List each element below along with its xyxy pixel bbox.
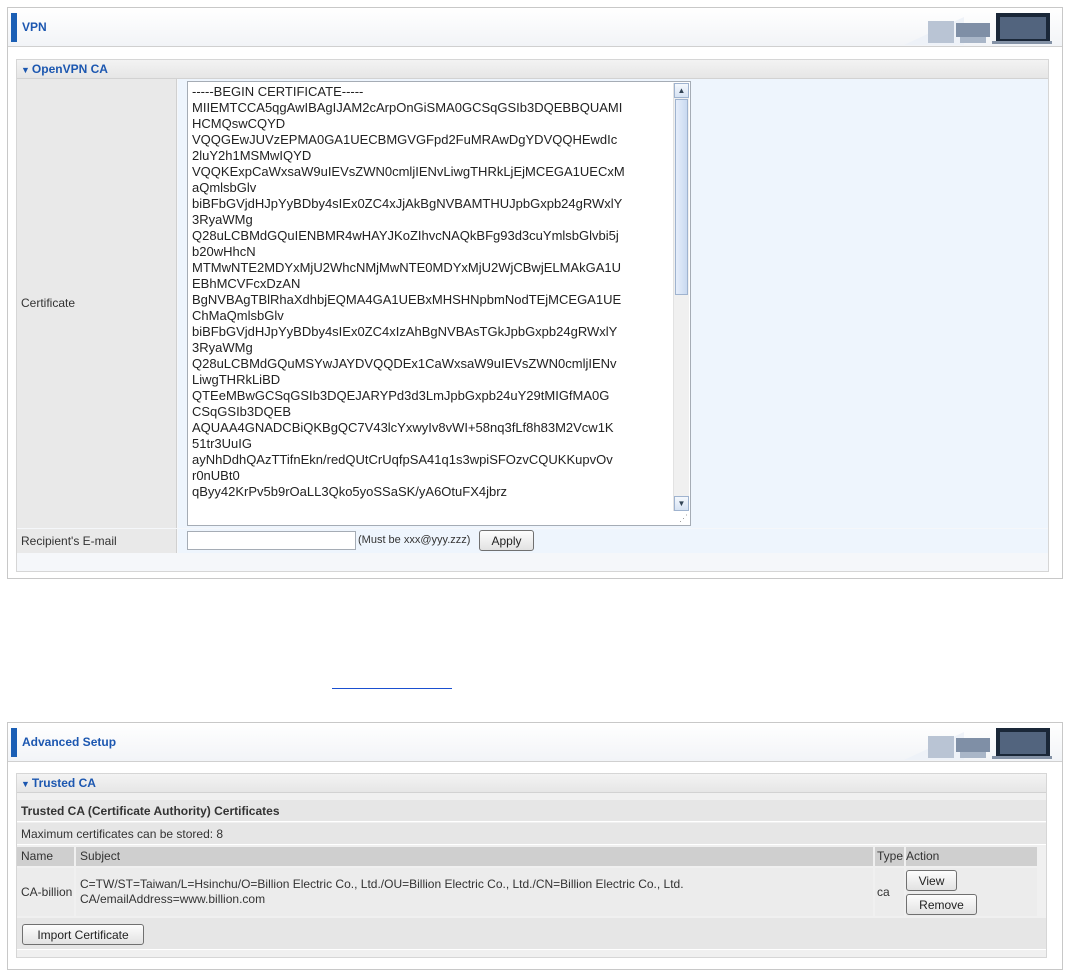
- certificate-textarea[interactable]: -----BEGIN CERTIFICATE----- MIIEMTCCA5qgA…: [187, 81, 691, 526]
- ca-action-cell: View Remove: [906, 868, 1037, 916]
- trusted-ca-heading: Trusted CA (Certificate Authority) Certi…: [17, 800, 1046, 822]
- certificate-line: AQUAA4GNADCBiQKBgQC7V43lcYxwyIv8vWI+58nq…: [192, 420, 614, 435]
- apply-button[interactable]: Apply: [479, 530, 534, 551]
- certificate-line: Q28uLCBMdGQuMSYwJAYDVQQDEx1CaWxsaW9uIEVs…: [192, 356, 617, 371]
- certificate-line: EBhMCVFcxDzAN: [192, 276, 301, 291]
- ca-type: ca: [877, 885, 890, 899]
- max-certificates-text: Maximum certificates can be stored: 8: [21, 827, 224, 841]
- table-row: CA-billion C=TW/ST=Taiwan/L=Hsinchu/O=Bi…: [17, 868, 1046, 916]
- advanced-setup-panel: Advanced Setup ▼ Trusted CA Trusted CA (C…: [7, 722, 1063, 970]
- ca-name-cell: CA-billion: [17, 868, 74, 916]
- certificate-line: 3RyaWMg: [192, 340, 253, 355]
- email-hint: (Must be xxx@yyy.zzz): [358, 534, 471, 546]
- certificate-line: 2luY2h1MSMwIQYD: [192, 148, 312, 163]
- ca-name: CA-billion: [21, 885, 73, 899]
- certificate-line: BgNVBAgTBlRhaXdhbjEQMA4GA1UEBxMHSHNpbmNo…: [192, 292, 622, 307]
- header-decoration-icon: [904, 728, 1052, 760]
- trusted-ca-section: ▼ Trusted CA Trusted CA (Certificate Auth…: [16, 773, 1047, 958]
- trusted-ca-heading-text: Trusted CA (Certificate Authority) Certi…: [21, 804, 280, 818]
- certificate-line: 3RyaWMg: [192, 212, 253, 227]
- certificate-line: aQmlsbGlv: [192, 180, 257, 195]
- section-title-label: OpenVPN CA: [31, 62, 108, 76]
- ca-subject-line1: C=TW/ST=Taiwan/L=Hsinchu/O=Billion Elect…: [80, 877, 684, 891]
- certificate-line: MIIEMTCCA5qgAwIBAgIJAM2cArpOnGiSMA0GCSqG…: [192, 100, 623, 115]
- certificate-label: Certificate: [21, 296, 76, 310]
- certificate-line: VQQGEwJUVzEPMA0GA1UECBMGVGFpd2FuMRAwDgYD…: [192, 132, 618, 147]
- certificate-row: Certificate -----BEGIN CERTIFICATE----- M…: [17, 79, 1048, 528]
- header-accent-bar: [11, 13, 17, 42]
- resize-grip-icon[interactable]: ⋰: [679, 513, 688, 524]
- certificate-line: qByy42KrPv5b9rOaLL3Qko5yoSSaSK/yA6OtuFX4…: [192, 484, 508, 499]
- certificate-line: biBFbGVjdHJpYyBDby4sIEx0ZC4xIzAhBgNVBAsT…: [192, 324, 618, 339]
- certificate-line: ayNhDdhQAzTTifnEkn/redQUtCrUqfpSA41q1s3w…: [192, 452, 613, 467]
- certificate-line: biBFbGVjdHJpYyBDby4sIEx0ZC4xJjAkBgNVBAMT…: [192, 196, 623, 211]
- header-accent-bar: [11, 728, 17, 757]
- ca-subject-line2: CA/emailAddress=www.billion.com: [80, 892, 266, 906]
- certificate-line: 51tr3UuIG: [192, 436, 252, 451]
- certificate-line: VQQKExpCaWxsaW9uIEVsZWN0cmljIENvLiwgTHRk…: [192, 164, 625, 179]
- certificate-value-cell: -----BEGIN CERTIFICATE----- MIIEMTCCA5qgA…: [178, 79, 1048, 528]
- certificate-scrollbar[interactable]: ▲ ▼: [673, 83, 689, 511]
- view-button[interactable]: View: [906, 870, 957, 891]
- certificate-label-cell: Certificate: [17, 79, 177, 528]
- page-title: VPN: [22, 20, 47, 34]
- email-label-cell: Recipient's E-mail: [17, 529, 177, 553]
- certificate-line: b20wHhcN: [192, 244, 256, 259]
- trusted-ca-section-title[interactable]: ▼ Trusted CA: [17, 774, 1046, 793]
- import-certificate-button[interactable]: Import Certificate: [22, 924, 144, 945]
- ca-subject-cell: C=TW/ST=Taiwan/L=Hsinchu/O=Billion Elect…: [76, 868, 873, 916]
- scroll-down-icon[interactable]: ▼: [674, 496, 689, 511]
- certificate-line: MTMwNTE2MDYxMjU2WhcNMjMwNTE0MDYxMjU2WjCB…: [192, 260, 622, 275]
- vpn-panel-header: VPN: [8, 8, 1062, 47]
- advanced-setup-header: Advanced Setup: [8, 723, 1062, 762]
- email-row: Recipient's E-mail (Must be xxx@yyy.zzz)…: [17, 529, 1048, 553]
- openvpn-ca-section-title[interactable]: ▼ OpenVPN CA: [17, 60, 1048, 79]
- col-action-header: Action: [906, 847, 1037, 866]
- scroll-thumb[interactable]: [675, 99, 688, 295]
- certificate-line: HCMQswCQYD: [192, 116, 286, 131]
- remove-button[interactable]: Remove: [906, 894, 977, 915]
- certificate-line: Q28uLCBMdGQuIENBMR4wHAYJKoZIhvcNAQkBFg93…: [192, 228, 619, 243]
- max-certificates-row: Maximum certificates can be stored: 8: [17, 823, 1046, 845]
- table-header: Name Subject Type Action: [17, 847, 1046, 866]
- hyperlink-underline[interactable]: [332, 688, 452, 689]
- email-input[interactable]: [187, 531, 356, 550]
- email-value-cell: (Must be xxx@yyy.zzz) Apply: [178, 529, 1048, 553]
- collapse-arrow-icon: ▼: [21, 779, 30, 789]
- certificate-line: r0nUBt0: [192, 468, 240, 483]
- section-title-label: Trusted CA: [31, 776, 96, 790]
- vpn-panel: VPN ▼ OpenVPN CA Certificate -----BEGIN C…: [7, 7, 1063, 579]
- openvpn-ca-section: ▼ OpenVPN CA Certificate -----BEGIN CERTI…: [16, 59, 1049, 572]
- ca-type-cell: ca: [875, 868, 904, 916]
- certificate-line: CSqGSIb3DQEB: [192, 404, 291, 419]
- header-decoration-icon: [904, 13, 1052, 45]
- col-type-header: Type: [875, 847, 904, 866]
- certificate-text: -----BEGIN CERTIFICATE----- MIIEMTCCA5qgA…: [192, 84, 672, 500]
- col-name-header: Name: [17, 847, 74, 866]
- certificate-line: -----BEGIN CERTIFICATE-----: [192, 84, 364, 99]
- scroll-up-icon[interactable]: ▲: [674, 83, 689, 98]
- collapse-arrow-icon: ▼: [21, 65, 30, 75]
- import-row: Import Certificate: [17, 918, 1046, 950]
- certificate-line: ChMaQmlsbGlv: [192, 308, 284, 323]
- email-label: Recipient's E-mail: [21, 534, 117, 548]
- page-title: Advanced Setup: [22, 735, 117, 749]
- certificate-line: LiwgTHRkLiBD: [192, 372, 281, 387]
- col-subject-header: Subject: [76, 847, 873, 866]
- certificate-line: QTEeMBwGCSqGSIb3DQEJARYPd3d3LmJpbGxpb24u…: [192, 388, 610, 403]
